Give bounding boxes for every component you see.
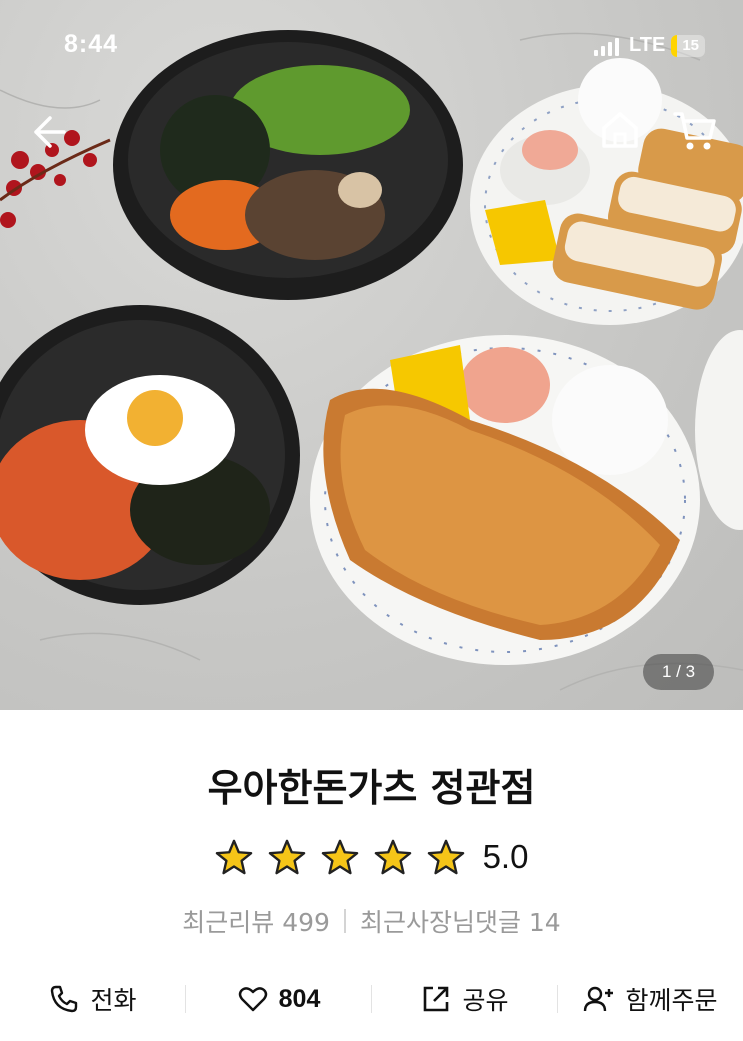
star-icon — [268, 839, 305, 875]
home-button[interactable] — [598, 108, 642, 152]
rating-value: 5.0 — [482, 838, 529, 875]
add-user-icon — [584, 986, 614, 1012]
phone-icon — [51, 985, 78, 1013]
call-button[interactable]: 전화 — [0, 981, 185, 1017]
cart-icon — [673, 112, 716, 150]
cart-button[interactable] — [672, 108, 718, 152]
food-photo — [0, 30, 743, 691]
share-icon — [424, 986, 449, 1012]
battery-level: 15 — [682, 37, 699, 54]
home-icon — [602, 112, 638, 148]
back-button[interactable] — [28, 112, 68, 152]
review-stats: 최근리뷰 499 최근사장님댓글 14 — [0, 903, 743, 939]
heart-icon — [238, 987, 267, 1012]
star-icon — [321, 839, 358, 875]
status-time: 8:44 — [64, 30, 119, 58]
signal-icon — [594, 36, 620, 56]
gallery-pager: 1 / 3 — [643, 654, 714, 690]
call-label: 전화 — [90, 986, 137, 1015]
star-icon — [215, 839, 252, 875]
like-count: 804 — [278, 984, 321, 1013]
share-label: 공유 — [462, 986, 509, 1015]
arrow-left-icon — [34, 116, 66, 148]
star-icon — [427, 839, 464, 875]
star-icon — [374, 839, 411, 875]
share-button[interactable]: 공유 — [372, 981, 557, 1017]
owner-replies-link[interactable]: 최근사장님댓글 14 — [360, 903, 561, 939]
divider — [343, 909, 346, 933]
store-name: 우아한돈가츠 정관점 — [207, 766, 536, 810]
rating-row: 5.0 — [0, 838, 743, 876]
group-order-button[interactable]: 함께주문 — [558, 981, 743, 1017]
like-button[interactable]: 804 — [186, 983, 371, 1015]
recent-reviews-link[interactable]: 최근리뷰 499 — [182, 903, 330, 939]
action-bar: 전화 804 공유 함께주문 — [0, 975, 743, 1023]
network-label: LTE — [629, 34, 666, 56]
food-photo-gallery[interactable]: 8:44 LTE 15 1 / 3 — [0, 0, 743, 710]
group-order-label: 함께주문 — [625, 986, 718, 1015]
status-indicators: LTE 15 — [594, 34, 705, 57]
rating-stars — [215, 838, 465, 876]
battery-icon: 15 — [671, 34, 705, 57]
